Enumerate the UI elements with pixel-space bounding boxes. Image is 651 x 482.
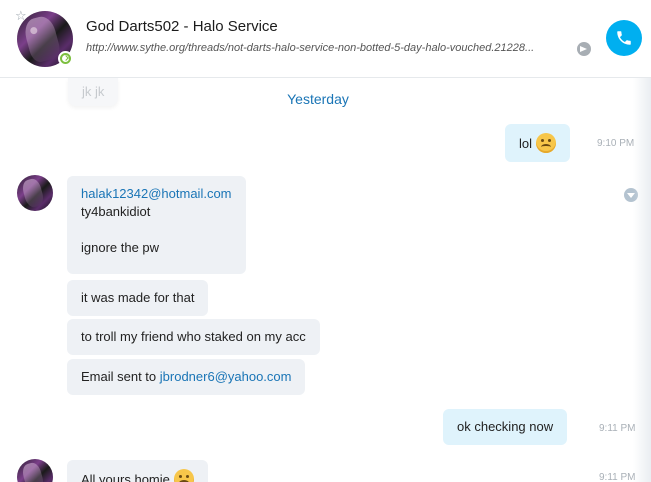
- message-text: ok checking now: [457, 419, 554, 434]
- open-link-icon[interactable]: [577, 42, 591, 56]
- sender-avatar[interactable]: [17, 175, 53, 211]
- online-status-icon: [58, 51, 73, 66]
- message-text: lol: [519, 136, 533, 151]
- message-timestamp: 9:10 PM: [597, 138, 635, 149]
- message-bubble-incoming[interactable]: All yours homie: [67, 460, 208, 482]
- message-list[interactable]: jk jk Yesterday lol 9:10 PM halak12342@h…: [0, 78, 651, 482]
- smile-emoji-icon: [536, 133, 557, 153]
- message-text: ignore the pw: [81, 240, 160, 255]
- message-text: to troll my friend who staked on my acc: [81, 329, 306, 344]
- message-bubble-incoming[interactable]: to troll my friend who staked on my acc: [67, 319, 320, 355]
- conversation-title[interactable]: God Darts502 - Halo Service: [86, 18, 278, 35]
- message-text: All yours homie: [81, 472, 170, 482]
- call-button[interactable]: [606, 20, 642, 56]
- conversation-mood-link[interactable]: http://www.sythe.org/threads/not-darts-h…: [86, 42, 572, 54]
- message-text: it was made for that: [81, 290, 195, 305]
- message-bubble-outgoing[interactable]: ok checking now: [443, 409, 568, 445]
- panel-edge: [633, 78, 651, 482]
- email-link[interactable]: jbrodner6@yahoo.com: [160, 369, 292, 384]
- message-bubble-outgoing[interactable]: lol: [505, 124, 571, 162]
- conversation-header: ☆ God Darts502 - Halo Service http://www…: [0, 0, 651, 78]
- sender-avatar[interactable]: [17, 459, 53, 482]
- phone-icon: [617, 31, 631, 45]
- email-link[interactable]: halak12342@hotmail.com: [81, 186, 232, 201]
- message-bubble-incoming[interactable]: it was made for that: [67, 280, 209, 316]
- message-bubble-incoming[interactable]: Email sent to jbrodner6@yahoo.com: [67, 359, 306, 395]
- message-timestamp: 9:11 PM: [599, 423, 636, 434]
- message-bubble-incoming[interactable]: halak12342@hotmail.com ty4bankidiot igno…: [67, 176, 246, 274]
- smile-emoji-icon: [173, 469, 194, 482]
- message-text: ty4bankidiot: [81, 204, 151, 219]
- date-divider: Yesterday: [287, 91, 349, 107]
- message-text: Email sent to: [81, 369, 160, 384]
- message-timestamp: 9:11 PM: [599, 472, 636, 482]
- star-icon[interactable]: ☆: [15, 9, 27, 22]
